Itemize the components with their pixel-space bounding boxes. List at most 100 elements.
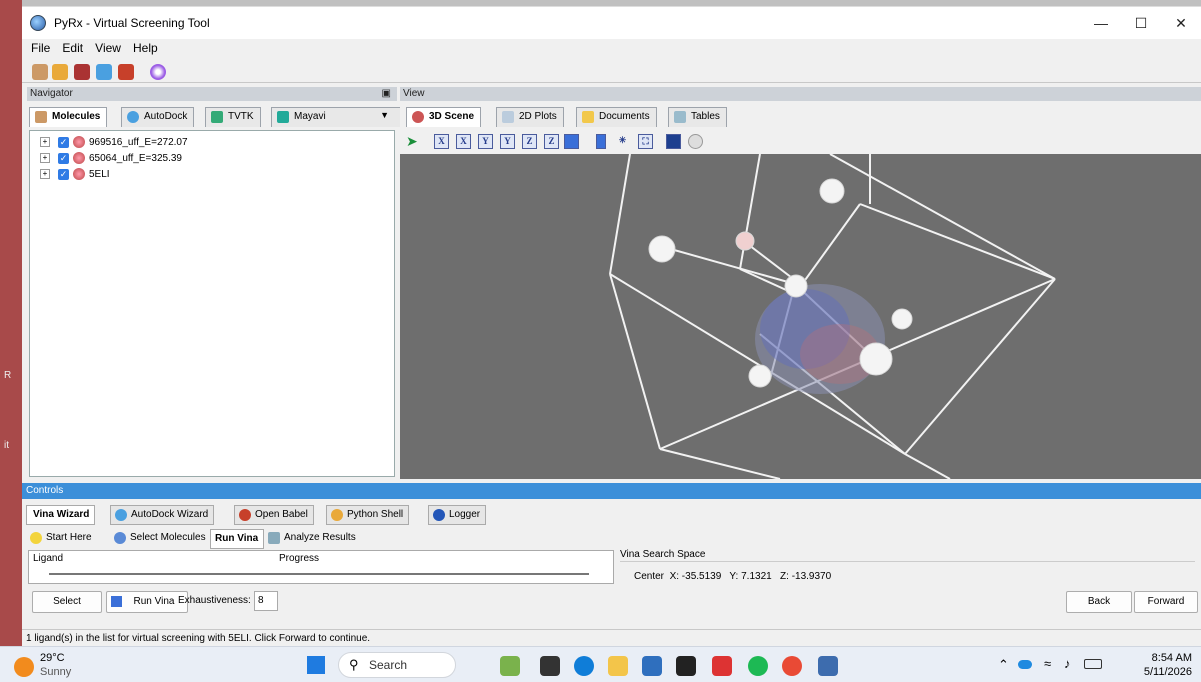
tvtk-icon [211,111,223,123]
start-icon[interactable] [307,656,325,674]
menu-file[interactable]: File [31,41,50,55]
battery-icon[interactable] [1084,659,1102,669]
menu-view[interactable]: View [95,41,121,55]
view-neg-y-icon[interactable]: Y [500,134,515,149]
parallel-projection-icon[interactable] [596,134,606,149]
view-header: View [400,87,1201,101]
store-icon[interactable] [642,656,662,676]
view-z-icon[interactable]: Z [522,134,537,149]
checkbox-checked[interactable]: ✓ [58,136,69,148]
close-button[interactable]: ✕ [1161,7,1201,39]
clock-time[interactable]: 8:54 AM [1130,652,1192,664]
wifi-icon[interactable]: ≈ [1044,656,1051,671]
view-neg-x-icon[interactable]: X [456,134,471,149]
tree-item[interactable]: + ✓ 65064_uff_E=325.39 [40,151,182,167]
volume-icon[interactable]: ♪ [1064,656,1071,671]
task-view-icon[interactable] [540,656,560,676]
python-icon [331,509,343,521]
autodock-icon [127,111,139,123]
tree-item[interactable]: + ✓ 969516_uff_E=272.07 [40,135,188,151]
babel-tool-icon[interactable] [118,64,134,80]
weather-condition[interactable]: Sunny [40,666,71,678]
exhaustiveness-input[interactable]: 8 [254,591,278,611]
tab-autodock[interactable]: AutoDock [121,107,195,127]
expand-icon[interactable]: + [40,137,50,148]
save-icon[interactable] [666,134,681,149]
docking-grid-box [609,153,1056,480]
maximize-button[interactable]: ☐ [1121,7,1161,39]
window-title: PyRx - Virtual Screening Tool [54,16,210,30]
column-ligand: Ligand [33,553,64,564]
search-space-label: Vina Search Space [620,549,706,560]
step-start-here[interactable]: Start Here [26,529,97,547]
view-neg-z-icon[interactable]: Z [544,134,559,149]
run-vina-button[interactable]: Run Vina [106,591,188,613]
forward-button[interactable]: Forward [1134,591,1198,613]
tab-molecules[interactable]: Molecules [29,107,108,127]
checkbox-checked[interactable]: ✓ [58,152,69,164]
tab-tvtk[interactable]: TVTK [205,107,261,127]
wps-icon[interactable] [712,656,732,676]
isometric-view-icon[interactable] [564,134,579,149]
fullscreen-icon[interactable]: ⛶ [638,134,653,149]
tab-2d-plots[interactable]: 2D Plots [496,107,564,127]
main-toolbar [22,61,1201,83]
taskbar-search[interactable]: ⚲ Search [338,652,456,678]
divider [620,561,1195,562]
weather-temp[interactable]: 29°C [40,652,65,664]
menu-help[interactable]: Help [133,41,158,55]
molecule-icon [35,111,47,123]
autodock-tool-icon[interactable] [96,64,112,80]
tab-vina-wizard[interactable]: Vina Wizard [26,505,96,525]
file-explorer-icon[interactable] [608,656,628,676]
tab-tables[interactable]: Tables [668,107,727,127]
navigator-panel: Navigator ▣ Molecules AutoDock TVTK Maya… [27,87,401,479]
search-icon: ⚲ [349,657,359,672]
molecule-tool-icon[interactable] [32,64,48,80]
title-bar: PyRx - Virtual Screening Tool — ☐ ✕ [22,7,1201,39]
tab-python-shell[interactable]: Python Shell [326,505,410,525]
settings-icon[interactable] [688,134,703,149]
python-tool-icon[interactable] [52,64,68,80]
step-run-vina[interactable]: Run Vina [210,529,265,549]
expand-icon[interactable]: + [40,169,50,180]
step-select-molecules[interactable]: Select Molecules [110,529,211,547]
clock-date[interactable]: 5/11/2026 [1124,666,1192,678]
tab-3d-scene[interactable]: 3D Scene [406,107,482,127]
tree-item[interactable]: + ✓ 5ELI [40,167,110,183]
database-tool-icon[interactable] [74,64,90,80]
onedrive-icon[interactable] [1018,660,1032,669]
controls-tabs: Vina Wizard AutoDock Wizard Open Babel P… [26,505,1196,525]
view-y-icon[interactable]: Y [478,134,493,149]
float-panel-icon[interactable]: ▣ [382,87,391,101]
minimize-button[interactable]: — [1081,7,1121,39]
spotify-icon[interactable] [748,656,768,676]
autodock-icon [115,509,127,521]
edge-icon[interactable] [574,656,594,676]
tab-open-babel[interactable]: Open Babel [234,505,314,525]
document-icon [582,111,594,123]
axes-icon[interactable]: ✳ [616,134,629,147]
menu-edit[interactable]: Edit [62,41,83,55]
chrome-icon[interactable] [782,656,802,676]
tabs-dropdown-icon[interactable]: ▼ [380,110,389,120]
back-button[interactable]: Back [1066,591,1132,613]
pyrx-taskbar-icon[interactable] [818,656,838,676]
tab-autodock-wizard[interactable]: AutoDock Wizard [110,505,215,525]
viewer-tool-icon[interactable] [150,64,166,80]
select-button[interactable]: Select [32,591,102,613]
mayavi-logo-icon[interactable]: ➤ [406,133,418,150]
wizard-steps: Start Here Select Molecules Run Vina Ana… [26,529,526,549]
tab-documents[interactable]: Documents [576,107,657,127]
exhaustiveness-label: Exhaustiveness: [178,595,251,606]
view-x-icon[interactable]: X [434,134,449,149]
step-analyze-results[interactable]: Analyze Results [264,529,361,547]
show-hidden-icons[interactable]: ⌃ [998,657,1009,673]
weather-sun-icon[interactable] [14,657,34,677]
widgets-icon[interactable] [500,656,520,676]
3d-scene-canvas[interactable] [400,153,1201,480]
checkbox-checked[interactable]: ✓ [58,168,69,180]
expand-icon[interactable]: + [40,153,50,164]
capcut-icon[interactable] [676,656,696,676]
tab-logger[interactable]: Logger [428,505,487,525]
